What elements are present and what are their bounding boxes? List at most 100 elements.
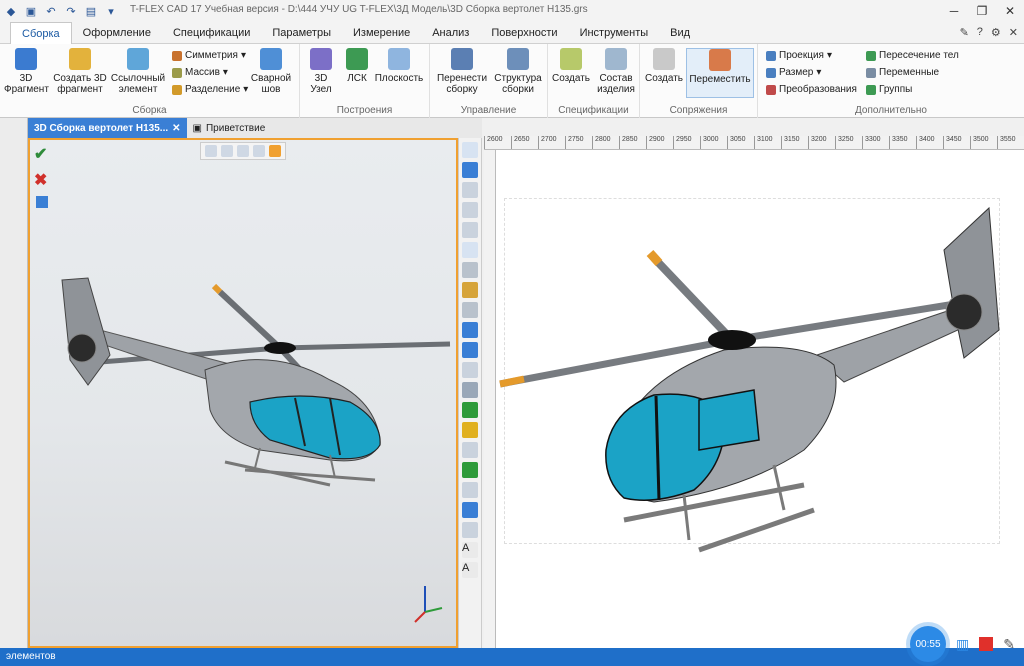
3d-viewport[interactable]: ✔ ✖ (28, 138, 458, 648)
zoom-out-icon[interactable] (462, 222, 478, 238)
dropdown-icon[interactable]: ▾ (104, 4, 118, 18)
tab-formatting[interactable]: Оформление (72, 22, 162, 44)
ribbon-panel: 3D Фрагмент Создать 3D фрагмент Ссылочны… (0, 44, 1024, 118)
magnet-icon[interactable] (462, 162, 478, 178)
section-icon[interactable] (462, 482, 478, 498)
create-mate-button[interactable]: Создать (644, 48, 684, 84)
transformations-icon (766, 84, 776, 95)
tab-parameters[interactable]: Параметры (261, 22, 342, 44)
group-mates: Создать Переместить Сопряжения (640, 44, 758, 118)
split-button[interactable]: Разделение ▾ (172, 84, 248, 95)
dimension-button[interactable]: Размер ▾ (766, 67, 821, 78)
group-additional-label: Дополнительно (855, 105, 927, 116)
projection-button[interactable]: Проекция ▾ (766, 50, 832, 61)
settings-icon[interactable]: ⚙ (991, 26, 1001, 39)
ruler-tick: 2650 (511, 136, 538, 149)
transformations-button[interactable]: Преобразования (766, 84, 857, 95)
assembly-structure-label: Структура сборки (494, 73, 542, 95)
text-icon[interactable]: A (462, 542, 478, 558)
cut-icon[interactable] (462, 442, 478, 458)
render-icon[interactable] (462, 462, 478, 478)
block2-icon[interactable] (462, 342, 478, 358)
close-icon[interactable]: ✕ (996, 0, 1024, 22)
zoom-in-icon[interactable] (462, 202, 478, 218)
hat-icon[interactable] (462, 522, 478, 538)
lcs-button[interactable]: ЛСК (342, 48, 372, 84)
skid (244, 468, 376, 482)
help-icon[interactable]: ? (977, 26, 983, 39)
stop-record-icon[interactable] (979, 637, 994, 651)
3d-fragment-label: 3D Фрагмент (4, 73, 49, 95)
3d-fragment-button[interactable]: 3D Фрагмент (4, 48, 49, 95)
block-icon[interactable] (462, 322, 478, 338)
paperclip-icon (653, 48, 675, 70)
ruler-tick: 3250 (835, 136, 862, 149)
3d-node-button[interactable]: 3D Узел (306, 48, 336, 95)
line-icon[interactable] (462, 262, 478, 278)
redo-icon[interactable]: ↷ (64, 4, 78, 18)
cube-icon[interactable] (462, 422, 478, 438)
lcs-label: ЛСК (347, 73, 367, 84)
move-mate-label: Переместить (689, 74, 751, 85)
skid-strut (254, 447, 261, 469)
fragment-icon (15, 48, 37, 70)
create-spec-button[interactable]: Создать (552, 48, 590, 84)
text2-icon[interactable]: A (462, 562, 478, 578)
undo-icon[interactable]: ↶ (44, 4, 58, 18)
drawing-area[interactable]: 2600 2650 2700 2750 2800 2850 2900 2950 … (484, 136, 1024, 650)
doc-tab-close-icon[interactable]: ✕ (172, 123, 180, 134)
tab-measurement[interactable]: Измерение (342, 22, 421, 44)
split-label: Разделение (185, 84, 241, 95)
move-mate-button[interactable]: Переместить (686, 48, 754, 98)
window-icon[interactable] (462, 142, 478, 158)
weld-seam-label: Сварной шов (250, 73, 292, 95)
symmetry-button[interactable]: Симметрия ▾ (172, 50, 246, 61)
tab-tools[interactable]: Инструменты (569, 22, 660, 44)
reference-element-button[interactable]: Ссылочный элемент (110, 48, 166, 95)
status-text: элементов (6, 651, 56, 662)
tab-view[interactable]: Вид (659, 22, 701, 44)
weld-seam-button[interactable]: Сварной шов (248, 48, 294, 95)
restore-icon[interactable]: ❐ (968, 0, 996, 22)
hatch-icon[interactable] (462, 362, 478, 378)
sphere-icon[interactable] (462, 402, 478, 418)
ruler-tick: 2950 (673, 136, 700, 149)
symmetry-label: Симметрия (185, 50, 238, 61)
variables-button[interactable]: Переменные (866, 67, 939, 78)
tab-surfaces[interactable]: Поверхности (480, 22, 568, 44)
doc-tab-3d-assembly[interactable]: 3D Сборка вертолет H135... ✕ (28, 118, 187, 138)
measure-icon[interactable] (462, 502, 478, 518)
select-mode-icon[interactable] (462, 242, 478, 258)
array-button[interactable]: Массив ▾ (172, 67, 228, 78)
arc-icon[interactable] (462, 302, 478, 318)
move-assembly-button[interactable]: Перенести сборку (434, 48, 490, 95)
open-icon[interactable]: ▤ (84, 4, 98, 18)
left-side-panel (0, 118, 28, 648)
document-tabs: 3D Сборка вертолет H135... ✕ ▣ Приветств… (28, 118, 482, 138)
product-composition-button[interactable]: Состав изделия (594, 48, 638, 95)
ribbon-close-icon[interactable]: ✕ (1009, 26, 1018, 39)
tab-analysis[interactable]: Анализ (421, 22, 480, 44)
tab-specifications[interactable]: Спецификации (162, 22, 261, 44)
ribbon-right-icons: ✎ ? ⚙ ✕ (960, 26, 1018, 39)
body-intersection-button[interactable]: Пересечение тел (866, 50, 959, 61)
groups-button[interactable]: Группы (866, 84, 912, 95)
split-icon (172, 84, 182, 95)
pin-icon[interactable]: ✎ (960, 26, 969, 39)
ruler-tick: 2750 (565, 136, 592, 149)
recording-overlay: 00:55 ▥ ✎ (910, 626, 1015, 662)
zoom-icon[interactable] (462, 182, 478, 198)
table-icon[interactable] (462, 382, 478, 398)
symmetry-icon (172, 50, 182, 61)
chart-icon[interactable]: ▥ (956, 636, 969, 653)
save-icon[interactable]: ▣ (24, 4, 38, 18)
side-window (698, 389, 760, 451)
dimension-tool-icon[interactable] (462, 282, 478, 298)
assembly-structure-button[interactable]: Структура сборки (492, 48, 544, 95)
pen-icon[interactable]: ✎ (1003, 636, 1015, 653)
plane-button[interactable]: Плоскость (374, 48, 424, 84)
doc-tab-welcome[interactable]: ▣ Приветствие (187, 118, 272, 138)
minimize-icon[interactable]: ─ (940, 0, 968, 22)
create-3d-fragment-button[interactable]: Создать 3D фрагмент (52, 48, 108, 95)
tab-assembly[interactable]: Сборка (10, 22, 72, 44)
